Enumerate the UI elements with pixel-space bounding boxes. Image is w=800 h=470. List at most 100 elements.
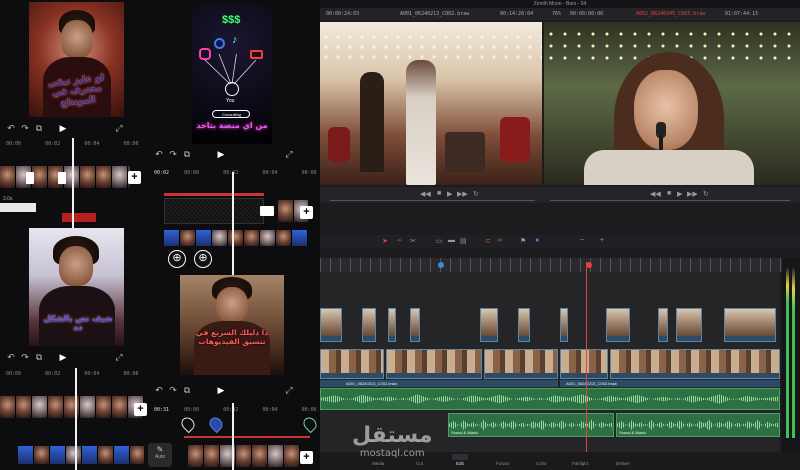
page-tab-color[interactable]: Color [536,461,547,466]
jog-wheel-icon[interactable]: ◀◀ [650,190,661,198]
page-tab-cut[interactable]: Cut [416,461,423,466]
timeline-playhead[interactable] [586,262,587,452]
add-clip-button[interactable]: + [300,451,313,464]
stop-icon[interactable]: ■ [437,190,441,197]
blade-tool-icon[interactable]: ✂ [410,237,416,245]
effect-track-red[interactable] [62,213,96,222]
flag-icon[interactable]: ⚑ [520,237,526,245]
playhead[interactable] [232,403,234,470]
zoom-out-icon[interactable]: − [580,237,584,244]
video-preview-1[interactable]: لو عايز تبقى محترف في المونتاج [29,2,124,117]
audio-clip-header[interactable]: A001_06240213_C002.braw [560,380,780,387]
video-clip[interactable] [658,308,668,342]
redo-icon[interactable]: ↷ [18,352,32,363]
video-clip[interactable] [724,308,776,342]
copy-icon[interactable]: ⧉ [32,352,46,363]
scrub-bar[interactable] [550,200,790,201]
video-clip[interactable] [320,349,384,379]
scrub-bar[interactable] [330,200,535,201]
video-track-strip[interactable] [188,445,306,467]
location-pin-icon[interactable] [300,414,320,434]
page-tab-fairlight[interactable]: Fairlight [572,461,588,466]
loop-icon[interactable]: ↻ [473,190,479,198]
timeline-viewer[interactable] [544,22,800,185]
video-track-strip-2[interactable] [164,230,314,246]
fullscreen-icon[interactable]: ⤢ [282,385,296,396]
undo-icon[interactable]: ↶ [152,149,166,160]
video-track-strip[interactable] [0,396,146,418]
audio-clip-header[interactable]: A001_06240213_C002.braw [320,380,558,387]
audio-waveform-red[interactable] [184,436,310,438]
auto-tab[interactable]: ✎ Auto [148,443,172,467]
jog-wheel-icon[interactable]: ◀◀ [420,190,431,198]
play-icon[interactable]: ▶ [677,190,682,198]
video-preview-2[interactable]: ضيف نص بالشكل ده [29,228,124,346]
play-icon[interactable]: ▶ [214,149,228,160]
clip-trim-handle[interactable] [260,206,274,216]
stop-icon[interactable]: ■ [667,190,671,197]
replace-clip-icon[interactable]: ▤ [460,237,467,245]
marker-icon[interactable]: ● [535,237,539,244]
video-clip[interactable] [560,349,608,379]
copy-icon[interactable]: ⧉ [180,385,194,396]
source-viewer[interactable] [320,22,542,185]
noise-track-strip[interactable] [164,198,264,224]
page-tab-deliver[interactable]: Deliver [616,461,630,466]
playhead[interactable] [232,172,234,275]
page-tab-fusion[interactable]: Fusion [496,461,510,466]
video-clip[interactable] [518,308,530,342]
video-clip[interactable] [362,308,376,342]
location-pin-icon[interactable] [178,414,198,434]
video-clip[interactable] [480,308,498,342]
add-clip-button[interactable]: + [300,206,313,219]
video-clip[interactable] [484,349,558,379]
video-preview-4[interactable]: دا دليلك السريع في تنسيق الفيديوهات [180,275,284,375]
forward-icon[interactable]: ▶▶ [687,190,698,198]
page-tab-media[interactable]: Media [372,461,384,466]
overwrite-clip-icon[interactable]: ▬ [448,237,455,244]
overlay-track-strip[interactable] [18,446,144,464]
page-tab-edit[interactable]: Edit [456,461,464,466]
video-clip[interactable] [386,349,482,379]
video-preview-3[interactable]: $$$ ♪ You Consulting من اي منصة بتاخد [192,4,272,144]
effect-track-strip[interactable] [0,203,36,212]
undo-icon[interactable]: ↶ [4,123,18,134]
zoom-level[interactable]: 76% [552,11,561,17]
web-globe-icon[interactable]: ⊕ [194,250,212,268]
add-clip-button[interactable]: + [134,403,147,416]
forward-icon[interactable]: ▶▶ [457,190,468,198]
timeline-ruler[interactable] [320,258,790,272]
playhead[interactable] [75,368,77,470]
play-icon[interactable]: ▶ [214,385,228,396]
insert-clip-icon[interactable]: ▭ [436,237,443,245]
audio-clip[interactable] [320,388,780,410]
undo-icon[interactable]: ↶ [152,385,166,396]
copy-icon[interactable]: ⧉ [180,149,194,160]
redo-icon[interactable]: ↷ [166,149,180,160]
redo-icon[interactable]: ↷ [18,123,32,134]
location-pin-icon[interactable] [206,414,226,434]
audio-clip[interactable]: Sound & Music [448,413,614,437]
video-clip[interactable] [410,308,420,342]
video-clip[interactable] [388,308,396,342]
video-clip[interactable] [606,308,630,342]
redo-icon[interactable]: ↷ [166,385,180,396]
linked-selection-icon[interactable]: ∞ [497,237,502,244]
copy-icon[interactable]: ⧉ [32,123,46,134]
video-clip[interactable] [676,308,702,342]
zoom-in-icon[interactable]: + [600,237,604,244]
audio-clip[interactable]: Sound & Music [616,413,780,437]
play-icon[interactable]: ▶ [56,123,70,134]
clip-trim-handle[interactable] [58,172,66,184]
video-clip[interactable] [560,308,568,342]
video-clip[interactable] [610,349,780,379]
fullscreen-icon[interactable]: ⤢ [112,352,126,363]
play-icon[interactable]: ▶ [447,190,452,198]
playhead[interactable] [72,138,74,228]
loop-icon[interactable]: ↻ [703,190,709,198]
video-clip[interactable] [320,308,342,342]
add-clip-button[interactable]: + [128,171,141,184]
clip-trim-handle[interactable] [26,172,34,184]
audio-waveform-red[interactable] [164,193,264,196]
selection-tool-icon[interactable]: ➤ [382,237,388,245]
